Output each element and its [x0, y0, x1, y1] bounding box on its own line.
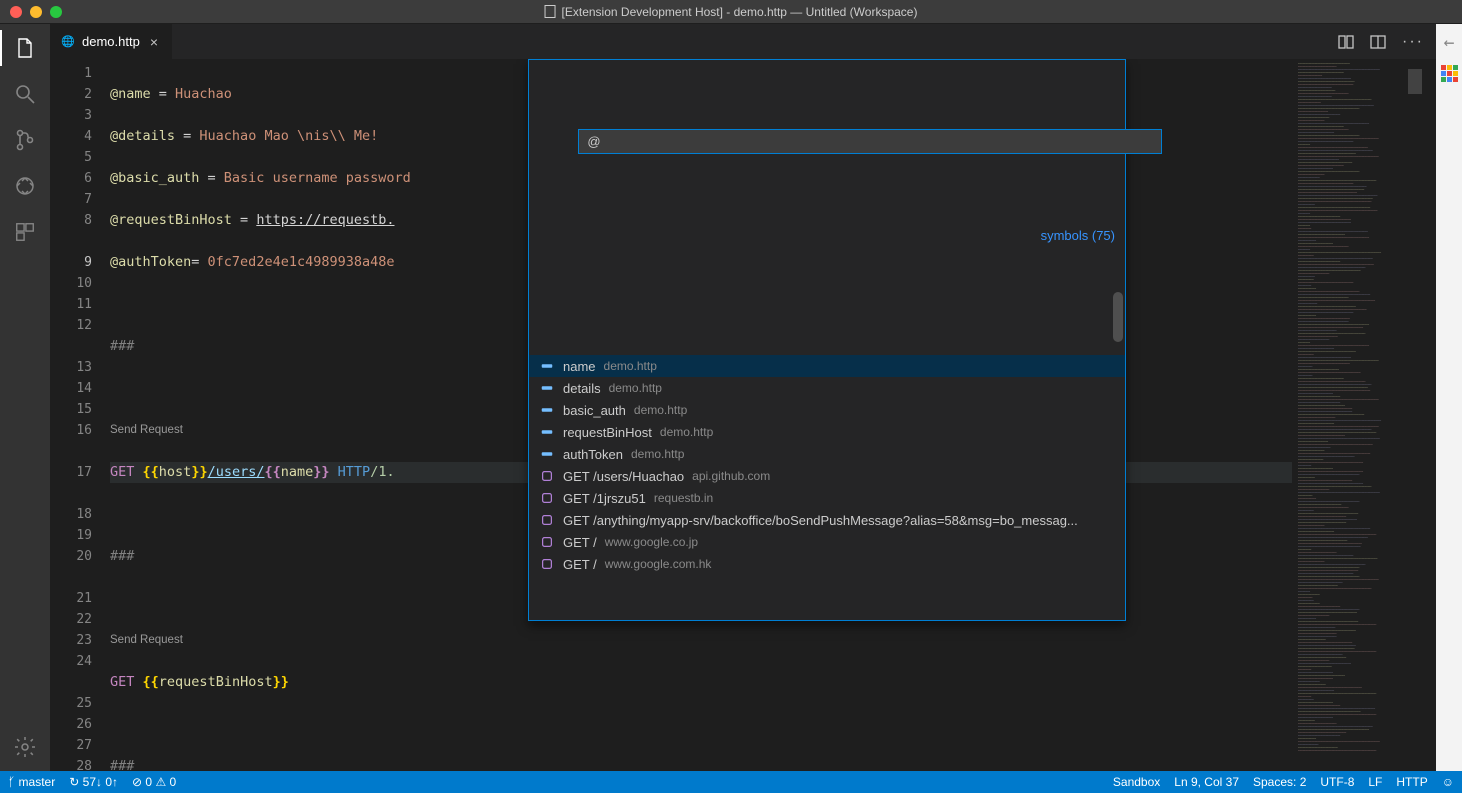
file-icon: [545, 5, 556, 18]
quick-open-item-desc: requestb.in: [654, 488, 713, 509]
quick-open-item[interactable]: GET / www.google.co.jp: [529, 531, 1125, 553]
field-icon: [539, 446, 555, 462]
split-editor-icon[interactable]: [1370, 34, 1386, 50]
quick-open-item-label: GET /users/Huachao: [563, 466, 684, 487]
method-icon: [539, 490, 555, 506]
quick-open-item-label: basic_auth: [563, 400, 626, 421]
quick-open-item[interactable]: GET / www.google.com.hk: [529, 553, 1125, 575]
field-icon: [539, 424, 555, 440]
status-sandbox[interactable]: Sandbox: [1113, 775, 1160, 789]
field-icon: [539, 402, 555, 418]
activity-bar: [0, 24, 50, 771]
quick-open-item-desc: api.github.com: [692, 466, 770, 487]
code-content[interactable]: @name = Huachao @details = Huachao Mao \…: [110, 59, 1292, 771]
quick-open-item-label: GET /: [563, 554, 597, 575]
status-bar: ᚶ master ↻ 57↓ 0↑ ⊘ 0 ⚠ 0 Sandbox Ln 9, …: [0, 771, 1462, 793]
quick-open-item[interactable]: GET /BingDictService.aspx?Word=的 xtk.azur…: [529, 575, 1125, 578]
quick-open-item-desc: xtk.azurewebsites.net: [786, 576, 901, 579]
symbols-count-link[interactable]: symbols (75): [1041, 225, 1115, 246]
quick-open-item-desc: www.google.com.hk: [605, 554, 712, 575]
source-control-icon[interactable]: [11, 126, 39, 154]
method-icon: [539, 468, 555, 484]
settings-gear-icon[interactable]: [11, 733, 39, 761]
tab-close-icon[interactable]: ×: [146, 34, 162, 50]
minimap-slider[interactable]: [1408, 69, 1422, 94]
titlebar: [Extension Development Host] - demo.http…: [0, 0, 1462, 24]
quick-open-item-desc: demo.http: [660, 422, 713, 443]
window-controls: [0, 6, 62, 18]
editor: 🌐 demo.http × ··· 1 2 3 4 5: [50, 24, 1436, 771]
codelens-send-request[interactable]: Send Request: [110, 634, 183, 646]
quick-open-item-desc: demo.http: [631, 444, 684, 465]
quick-open-item-label: requestBinHost: [563, 422, 652, 443]
apps-grid-icon[interactable]: [1441, 65, 1458, 82]
quick-open-item[interactable]: requestBinHost demo.http: [529, 421, 1125, 443]
editor-scrollbar[interactable]: [1422, 59, 1436, 771]
quick-open-item-label: GET /1jrszu51: [563, 488, 646, 509]
status-feedback-icon[interactable]: ☺: [1442, 775, 1454, 789]
search-icon[interactable]: [11, 80, 39, 108]
method-icon: [539, 534, 555, 550]
quick-open-item-label: details: [563, 378, 601, 399]
more-actions-icon[interactable]: ···: [1402, 33, 1424, 51]
minimap[interactable]: ▬▬▬▬▬▬▬▬▬▬▬▬▬▬▬▬▬▬▬▬▬▬▬▬▬▬▬▬▬▬▬▬▬▬▬▬▬▬▬▬…: [1292, 59, 1422, 771]
quick-open-item-label: GET /anything/myapp-srv/backoffice/boSen…: [563, 510, 1078, 531]
quick-open-scrollbar[interactable]: [1113, 292, 1123, 342]
quick-open: symbols (75) namedemo.httpdetailsdemo.ht…: [528, 59, 1126, 621]
quick-open-item-label: authToken: [563, 444, 623, 465]
close-window[interactable]: [10, 6, 22, 18]
title-text: [Extension Development Host] - demo.http…: [562, 5, 918, 19]
quick-open-item-label: GET /BingDictService.aspx?Word=的: [563, 576, 778, 579]
quick-open-item[interactable]: GET /anything/myapp-srv/backoffice/boSen…: [529, 509, 1125, 531]
status-encoding[interactable]: UTF-8: [1320, 775, 1354, 789]
line-number-gutter: 1 2 3 4 5 6 7 8 9 10 11 12 13 14 15 16 1…: [50, 59, 110, 771]
status-branch[interactable]: ᚶ master: [8, 775, 55, 789]
tab-bar: 🌐 demo.http × ···: [50, 24, 1436, 59]
status-cursor[interactable]: Ln 9, Col 37: [1174, 775, 1239, 789]
compare-changes-icon[interactable]: [1338, 34, 1354, 50]
status-language[interactable]: HTTP: [1396, 775, 1427, 789]
status-problems[interactable]: ⊘ 0 ⚠ 0: [132, 775, 176, 789]
debug-icon[interactable]: [11, 172, 39, 200]
codelens-send-request[interactable]: Send Request: [110, 424, 183, 436]
status-eol[interactable]: LF: [1368, 775, 1382, 789]
tab-label: demo.http: [82, 34, 140, 49]
quick-open-item-label: GET /: [563, 532, 597, 553]
quick-open-item[interactable]: details demo.http: [529, 377, 1125, 399]
quick-open-item[interactable]: name demo.http: [529, 355, 1125, 377]
http-file-icon: 🌐: [60, 34, 76, 50]
quick-open-item-desc: www.google.co.jp: [605, 532, 698, 553]
quick-open-item[interactable]: basic_auth demo.http: [529, 399, 1125, 421]
tab-demo-http[interactable]: 🌐 demo.http ×: [50, 24, 173, 59]
explorer-icon[interactable]: [11, 34, 39, 62]
quick-open-item[interactable]: GET /1jrszu51 requestb.in: [529, 487, 1125, 509]
zoom-window[interactable]: [50, 6, 62, 18]
method-icon: [539, 556, 555, 572]
quick-open-item-desc: demo.http: [634, 400, 687, 421]
quick-open-item-label: name: [563, 356, 596, 377]
method-icon: [539, 512, 555, 528]
quick-open-item-desc: demo.http: [609, 378, 662, 399]
browser-sidebar: ←: [1436, 24, 1462, 771]
extensions-icon[interactable]: [11, 218, 39, 246]
window-title: [Extension Development Host] - demo.http…: [545, 5, 918, 19]
status-indent[interactable]: Spaces: 2: [1253, 775, 1306, 789]
field-icon: [539, 380, 555, 396]
quick-open-item-desc: demo.http: [604, 356, 657, 377]
back-arrow-icon[interactable]: ←: [1444, 32, 1455, 53]
quick-open-item[interactable]: authToken demo.http: [529, 443, 1125, 465]
minimize-window[interactable]: [30, 6, 42, 18]
quick-open-item[interactable]: GET /users/Huachao api.github.com: [529, 465, 1125, 487]
quick-open-input[interactable]: [578, 129, 1162, 154]
field-icon: [539, 358, 555, 374]
status-sync[interactable]: ↻ 57↓ 0↑: [69, 775, 118, 789]
